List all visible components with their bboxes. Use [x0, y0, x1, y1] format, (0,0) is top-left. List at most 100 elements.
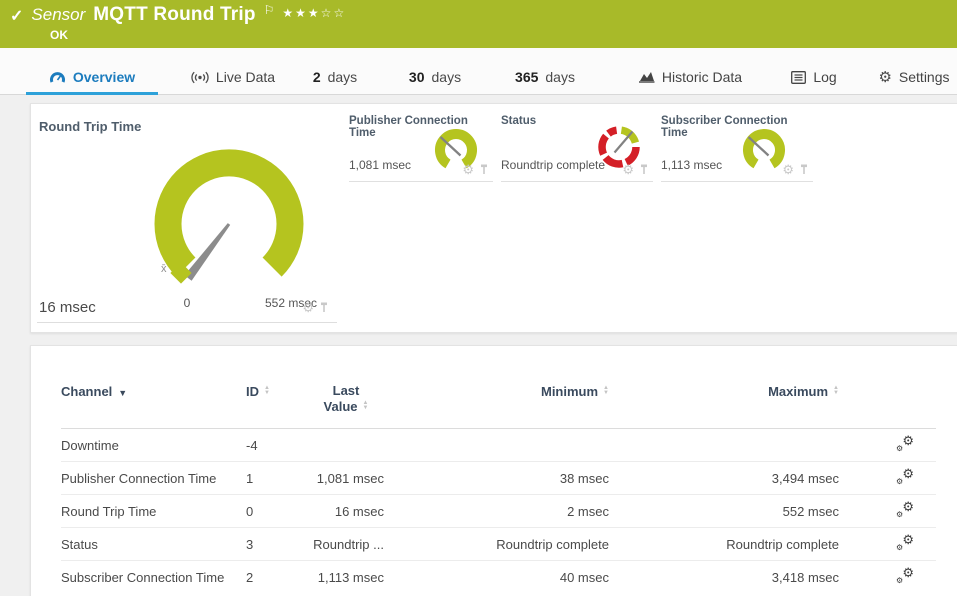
sensor-header: ✓ Sensor MQTT Round Trip ⚐ ★★★☆☆ OK: [0, 0, 957, 48]
column-header-id[interactable]: ID ▲ ▼: [246, 346, 308, 429]
tab-overview[interactable]: Overview: [26, 48, 158, 95]
channel-maximum: 3,418 msec: [609, 560, 839, 594]
channel-maximum: [609, 429, 839, 462]
status-check-icon: ✓: [10, 8, 24, 25]
gauge-tile-subscriber-connection-time[interactable]: Subscriber Connection Time 1,113 msec ⚙: [661, 111, 813, 182]
column-header-maximum-label: Maximum: [768, 384, 829, 399]
broadcast-icon: [191, 71, 209, 84]
channel-id: 2: [246, 560, 308, 594]
tab-historic-data[interactable]: Historic Data: [625, 48, 755, 94]
tab-365-days-number: 365: [515, 69, 539, 85]
subscriber-gauge: [743, 129, 785, 169]
tab-live-data[interactable]: Live Data: [178, 48, 288, 94]
tab-log-label: Log: [813, 69, 837, 85]
pin-icon[interactable]: [799, 164, 809, 175]
gauge-settings-icon[interactable]: ⚙: [462, 163, 474, 176]
table-row-status[interactable]: Status 3 Roundtrip ... Roundtrip complet…: [61, 527, 936, 561]
gauge-scale-min: 0: [183, 296, 191, 310]
channels-table-panel: Channel ▼ ID ▲ ▼ Last Value ▲ ▼ Minimum ▲ ▼ Max…: [30, 345, 957, 596]
channel-last-value: Roundtrip ...: [308, 527, 384, 561]
channel-minimum: 40 msec: [384, 560, 609, 594]
channel-name[interactable]: Publisher Connection Time: [61, 461, 246, 495]
tab-live-data-label: Live Data: [215, 69, 276, 85]
sort-desc-icon: ▼: [118, 388, 128, 398]
channel-id: 0: [246, 494, 308, 528]
channel-last-value: 1,081 msec: [308, 461, 384, 495]
prtg-sensor-overview-page: ✓ Sensor MQTT Round Trip ⚐ ★★★☆☆ OK Over…: [0, 0, 957, 596]
table-row-subscriber-connection-time[interactable]: Subscriber Connection Time 2 1,113 msec …: [61, 560, 936, 594]
gauge-tile-actions: ⚙: [622, 163, 649, 176]
pin-icon[interactable]: [319, 302, 329, 313]
settings-gear-icon: ⚙: [878, 68, 892, 86]
channel-minimum: 38 msec: [384, 461, 609, 495]
gauge-tile-status[interactable]: Status Roundtrip complete ⚙: [501, 111, 653, 182]
sort-toggle-icon: ▲ ▼: [603, 384, 609, 396]
tab-30-days-label: days: [431, 69, 462, 85]
edit-channel-icon[interactable]: ⚙ ⚙: [896, 434, 914, 453]
table-row-publisher-connection-time[interactable]: Publisher Connection Time 1 1,081 msec 3…: [61, 461, 936, 495]
channel-minimum: Roundtrip complete: [384, 527, 609, 561]
channel-name[interactable]: Round Trip Time: [61, 494, 246, 528]
gauge-title: Status: [501, 115, 537, 127]
gauge-tile-publisher-connection-time[interactable]: Publisher Connection Time 1,081 msec ⚙: [349, 111, 493, 182]
flag-icon[interactable]: ⚐: [264, 3, 275, 17]
table-header-row: Channel ▼ ID ▲ ▼ Last Value ▲ ▼ Minimum ▲ ▼ Max…: [61, 346, 936, 429]
channel-minimum: [384, 429, 609, 462]
gauge-settings-icon[interactable]: ⚙: [622, 163, 634, 176]
gauge-current-value: Roundtrip complete: [501, 158, 606, 172]
channel-last-value: [308, 429, 384, 462]
table-row-downtime[interactable]: Downtime -4 ⚙ ⚙: [61, 429, 936, 462]
edit-channel-icon[interactable]: ⚙ ⚙: [896, 566, 914, 585]
tab-365-days-label: days: [545, 69, 575, 85]
column-header-minimum[interactable]: Minimum ▲ ▼: [384, 346, 609, 429]
tab-log[interactable]: Log: [782, 48, 846, 94]
channel-maximum: Roundtrip complete: [609, 527, 839, 561]
column-header-edit: [839, 346, 936, 429]
pin-icon[interactable]: [639, 164, 649, 175]
tab-365-days[interactable]: 365 days: [503, 48, 587, 94]
object-kind-label: Sensor: [31, 5, 86, 24]
sensor-title-row: ✓ Sensor MQTT Round Trip ⚐ ★★★☆☆: [10, 3, 346, 26]
priority-stars[interactable]: ★★★☆☆: [282, 6, 346, 20]
tab-settings-label: Settings: [898, 69, 950, 85]
edit-channel-icon[interactable]: ⚙ ⚙: [896, 467, 914, 486]
gauge-current-value: 1,113 msec: [661, 158, 723, 172]
mean-marker: x̄: [161, 263, 167, 275]
channel-id: 1: [246, 461, 308, 495]
gauge-settings-icon[interactable]: ⚙: [302, 301, 314, 314]
sort-toggle-icon: ▲ ▼: [362, 399, 369, 411]
edit-channel-icon[interactable]: ⚙ ⚙: [896, 500, 914, 519]
gauge-title: Subscriber Connection Time: [661, 115, 788, 139]
channels-table: Channel ▼ ID ▲ ▼ Last Value ▲ ▼ Minimum ▲ ▼ Max…: [61, 346, 936, 594]
tab-2-days[interactable]: 2 days: [303, 48, 367, 94]
edit-channel-icon[interactable]: ⚙ ⚙: [896, 533, 914, 552]
channel-id: 3: [246, 527, 308, 561]
status-badge: OK: [50, 28, 68, 42]
sort-toggle-icon: ▲ ▼: [264, 384, 270, 396]
tab-30-days-number: 30: [408, 69, 425, 85]
log-list-icon: [791, 70, 807, 84]
channel-maximum: 3,494 msec: [609, 461, 839, 495]
channel-minimum: 2 msec: [384, 494, 609, 528]
pin-icon[interactable]: [479, 164, 489, 175]
gauge-tile-round-trip-time[interactable]: Round Trip Time x̄ 0 552 msec 16 msec ⚙: [37, 111, 337, 323]
column-header-channel[interactable]: Channel ▼: [61, 346, 246, 429]
table-row-round-trip-time[interactable]: Round Trip Time 0 16 msec 2 msec 552 mse…: [61, 494, 936, 528]
column-header-last-label-1: Last: [332, 383, 360, 398]
column-header-id-label: ID: [246, 384, 259, 399]
round-trip-gauge: [154, 149, 304, 284]
area-chart-icon: [638, 70, 655, 84]
tab-overview-label: Overview: [72, 69, 136, 85]
channel-name[interactable]: Subscriber Connection Time: [61, 560, 246, 594]
gauge-tile-actions: ⚙: [302, 301, 329, 314]
tab-30-days[interactable]: 30 days: [398, 48, 472, 94]
tab-settings[interactable]: ⚙ Settings: [866, 48, 957, 94]
channel-last-value: 16 msec: [308, 494, 384, 528]
column-header-maximum[interactable]: Maximum ▲ ▼: [609, 346, 839, 429]
channel-name[interactable]: Downtime: [61, 429, 246, 462]
page-title: MQTT Round Trip: [93, 4, 256, 25]
channel-name[interactable]: Status: [61, 527, 246, 561]
gauge-settings-icon[interactable]: ⚙: [782, 163, 794, 176]
channel-id: -4: [246, 437, 258, 453]
column-header-last-value[interactable]: Last Value ▲ ▼: [308, 346, 384, 429]
